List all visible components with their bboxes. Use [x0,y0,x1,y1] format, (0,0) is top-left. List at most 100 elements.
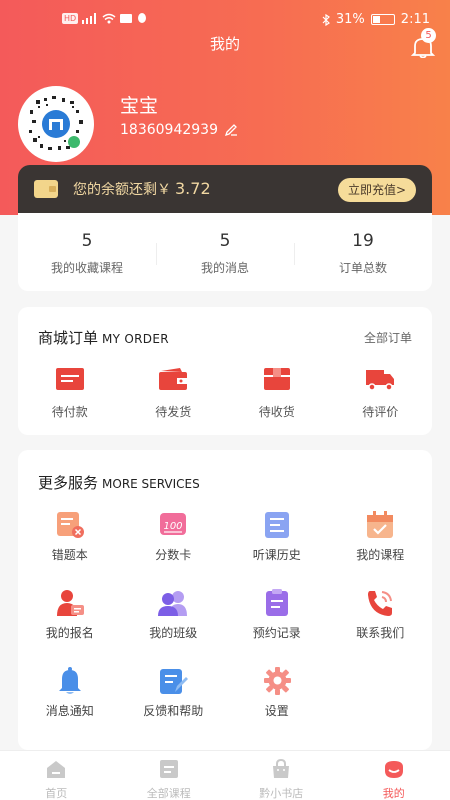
class-icon [158,591,188,616]
service-label: 反馈和帮助 [143,704,204,718]
stats-panel: 5 我的收藏课程 5 我的消息 19 订单总数 [18,213,432,291]
service-history[interactable]: 听课历史 [225,510,329,566]
svg-text:100: 100 [164,521,183,532]
stat-number: 19 [352,231,374,251]
service-label: 设置 [264,704,289,718]
appointment-icon [265,589,288,616]
qq-icon [138,13,147,23]
phone-number: 18360942939 [120,122,218,138]
status-right-icons: 31% 2:11 [322,12,430,27]
service-label: 听课历史 [252,548,301,562]
order-pending-shipment[interactable]: 待发货 [122,367,226,420]
order-label: 待发货 [155,405,192,419]
service-notifications[interactable]: 消息通知 [18,666,122,722]
tab-profile[interactable]: 我的 [338,751,450,800]
courses-icon [159,760,178,778]
battery-percent: 31% [335,12,365,27]
order-title: 商城订单 [38,329,99,347]
stat-label: 我的收藏课程 [50,261,123,275]
score-card-icon: 100 [160,513,187,535]
all-orders-link[interactable]: 全部订单 [364,329,412,346]
order-status-row: 待付款 待发货 待收货 待评价 [18,367,432,420]
order-title-en: MY ORDER [102,332,169,346]
order-label: 待评价 [362,405,399,419]
service-feedback[interactable]: 反馈和帮助 [122,666,226,722]
clock: 2:11 [400,12,430,27]
wallet-card-icon [55,368,84,390]
qr-code-avatar-icon [20,88,92,160]
order-pending-payment[interactable]: 待付款 [18,367,122,420]
hd-badge: HD [62,12,79,24]
order-label: 待收货 [258,405,295,419]
shop-bag-icon [273,758,290,778]
page-title: 我的 [209,35,240,53]
gear-icon [263,667,291,695]
phone-icon [368,591,393,616]
phone-row: 18360942939 [120,122,238,138]
bottom-tab-bar: 首页 全部课程 黔小书店 我的 [0,750,450,800]
service-label: 我的报名 [45,626,94,640]
wrong-book-icon [56,512,84,538]
tab-label: 我的 [382,787,405,800]
tab-label: 黔小书店 [259,787,304,800]
balance-bar: 您的余额还剩￥ 3.72 立即充值> [18,165,432,213]
history-icon [264,512,289,538]
profile-icon [384,761,403,778]
tab-all-courses[interactable]: 全部课程 [113,751,226,800]
stat-messages[interactable]: 5 我的消息 [156,213,294,291]
balance-amount: 3.72 [175,179,211,198]
stat-number: 5 [219,231,231,251]
service-settings[interactable]: 设置 [225,666,329,722]
wifi-icon [102,13,116,23]
stat-number: 5 [81,231,93,251]
battery-icon [370,14,395,25]
notification-badge: 5 [421,28,436,43]
service-contact[interactable]: 联系我们 [329,588,433,644]
service-label: 我的班级 [149,626,198,640]
bell-icon [58,667,81,694]
service-wrong-book[interactable]: 错题本 [18,510,122,566]
stat-label: 订单总数 [338,261,387,275]
service-my-class[interactable]: 我的班级 [122,588,226,644]
order-pending-review[interactable]: 待评价 [329,367,433,420]
bluetooth-icon [322,13,330,26]
service-registration[interactable]: 我的报名 [18,588,122,644]
service-score-card[interactable]: 100 分数卡 [122,510,226,566]
wallet-icon [159,368,188,390]
recharge-button[interactable]: 立即充值> [337,178,416,202]
home-icon [47,761,66,778]
tab-label: 全部课程 [146,787,191,800]
username[interactable]: 宝宝 [120,91,158,118]
calendar-check-icon [367,511,394,538]
service-label: 分数卡 [155,548,192,562]
edit-icon[interactable] [224,123,238,137]
order-card: 商城订单 MY ORDER 全部订单 待付款 待发货 待收货 待评价 [18,307,432,435]
status-bar: HD 31% 2:11 [0,8,450,36]
services-title: 更多服务 [38,474,99,492]
services-card-title: 更多服务 MORE SERVICES [38,472,200,493]
services-title-en: MORE SERVICES [102,477,200,491]
stat-label: 我的消息 [200,261,249,275]
signal-icon [82,12,97,24]
service-appointments[interactable]: 预约记录 [225,588,329,644]
services-grid: 错题本 100 分数卡 听课历史 我的课程 我的报名 我的班级 预约记录 联系我 [18,510,432,722]
balance-label: 您的余额还剩￥ [73,182,171,198]
stat-favorites[interactable]: 5 我的收藏课程 [18,213,156,291]
message-icon [120,13,133,23]
stat-orders[interactable]: 19 订单总数 [294,213,432,291]
status-left-icons: HD [62,12,148,24]
avatar[interactable] [18,86,94,162]
tab-label: 首页 [45,787,68,800]
tab-bookstore[interactable]: 黔小书店 [225,751,338,800]
tab-home[interactable]: 首页 [0,751,113,800]
service-my-courses[interactable]: 我的课程 [329,510,433,566]
order-card-title: 商城订单 MY ORDER [38,327,169,348]
services-card: 更多服务 MORE SERVICES 错题本 100 分数卡 听课历史 我的课程 … [18,450,432,750]
order-pending-receipt[interactable]: 待收货 [225,367,329,420]
order-label: 待付款 [51,405,88,419]
service-label: 错题本 [51,548,88,562]
feedback-icon [160,669,189,694]
balance-text: 您的余额还剩￥ 3.72 [73,179,211,199]
truck-icon [366,370,395,391]
wallet-icon [34,180,58,198]
